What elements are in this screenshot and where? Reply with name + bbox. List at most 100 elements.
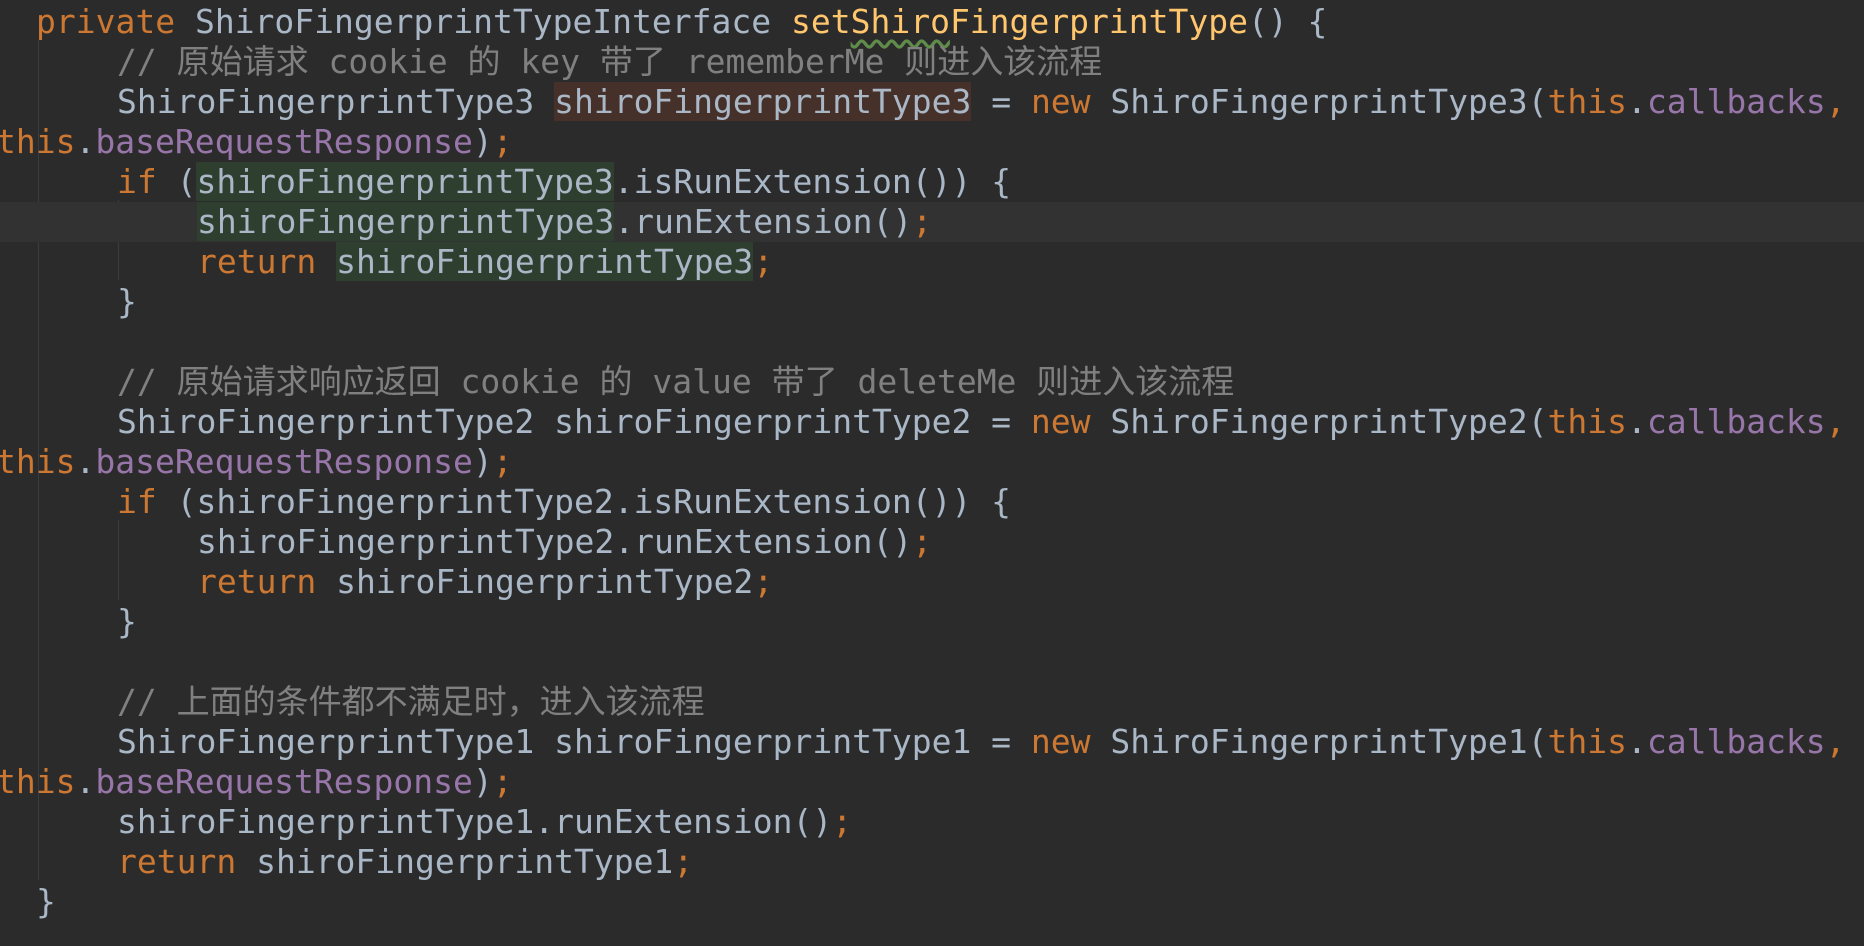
code-token: this (1547, 82, 1627, 121)
code-line[interactable]: this.baseRequestResponse); (0, 122, 1864, 162)
code-token: . (1626, 722, 1647, 761)
code-line-content: shiroFingerprintType3.runExtension(); (197, 202, 932, 242)
code-token: this (0, 122, 76, 161)
code-line-content: ShiroFingerprintType1 shiroFingerprintTy… (117, 722, 1846, 762)
code-token: return (117, 842, 257, 881)
code-line[interactable]: shiroFingerprintType1.runExtension(); (0, 802, 1864, 842)
code-token: . (1626, 402, 1647, 441)
code-line-content: this.baseRequestResponse); (0, 762, 513, 802)
code-token: ShiroFingerprintType3( (1110, 82, 1548, 121)
code-token: callbacks (1646, 82, 1826, 121)
code-line[interactable]: } (0, 602, 1864, 642)
code-token: // 原始请求 cookie 的 key 带了 rememberMe 则进入该流… (117, 42, 1103, 81)
code-line[interactable]: private ShiroFingerprintTypeInterface se… (0, 2, 1864, 42)
code-line-content: shiroFingerprintType2.runExtension(); (197, 522, 932, 562)
code-token: set (790, 2, 851, 41)
code-token: ShiroFingerprintType2 shiroFingerprintTy… (117, 402, 1031, 441)
code-token: ShiroFingerprintTypeInterface (194, 2, 791, 41)
code-token: . (75, 122, 96, 161)
code-line[interactable]: shiroFingerprintType2.runExtension(); (0, 522, 1864, 562)
code-token: } (117, 602, 137, 641)
code-token: = (971, 82, 1031, 121)
code-line-content: if (shiroFingerprintType3.isRunExtension… (117, 162, 1011, 202)
code-token: shiroFingerprintType3 (197, 202, 615, 241)
code-line-content: ShiroFingerprintType2 shiroFingerprintTy… (117, 402, 1846, 442)
code-token: private (36, 2, 195, 41)
code-line[interactable]: ShiroFingerprintType2 shiroFingerprintTy… (0, 402, 1864, 442)
code-token: ( (176, 162, 197, 201)
code-token: ShiroFingerprintType2( (1110, 402, 1548, 441)
code-token: if (117, 162, 177, 201)
code-line[interactable] (0, 642, 1864, 682)
code-token: () { (1247, 2, 1328, 41)
code-token: return (197, 562, 337, 601)
code-line-content: // 原始请求 cookie 的 key 带了 rememberMe 则进入该流… (117, 42, 1102, 82)
code-token: return (197, 242, 337, 281)
code-line[interactable]: this.baseRequestResponse); (0, 442, 1864, 482)
code-token: ) (472, 762, 493, 801)
code-line[interactable]: // 上面的条件都不满足时，进入该流程 (0, 682, 1864, 722)
code-line[interactable]: ShiroFingerprintType3 shiroFingerprintTy… (0, 82, 1864, 122)
code-token: this (1547, 722, 1627, 761)
code-token: shiroFingerprintType3 (336, 242, 754, 281)
code-line-content: } (36, 882, 56, 922)
code-token: callbacks (1646, 402, 1826, 441)
code-line-content: // 上面的条件都不满足时，进入该流程 (117, 682, 705, 722)
code-token: (shiroFingerprintType2.isRunExtension())… (176, 482, 1012, 521)
code-token: . (75, 442, 96, 481)
code-token: ; (912, 522, 933, 561)
code-token: shiroFingerprintType3 (554, 82, 972, 121)
code-token: baseRequestResponse (95, 442, 473, 481)
code-line[interactable]: if (shiroFingerprintType2.isRunExtension… (0, 482, 1864, 522)
code-token: .isRunExtension()) { (613, 162, 1012, 201)
code-token: ; (492, 122, 513, 161)
code-editor[interactable]: private ShiroFingerprintTypeInterface se… (0, 0, 1864, 946)
code-token: new (1030, 722, 1111, 761)
code-line[interactable]: return shiroFingerprintType1; (0, 842, 1864, 882)
code-line[interactable]: ShiroFingerprintType1 shiroFingerprintTy… (0, 722, 1864, 762)
code-token: callbacks (1646, 722, 1826, 761)
code-line[interactable]: // 原始请求响应返回 cookie 的 value 带了 deleteMe 则… (0, 362, 1864, 402)
code-token: new (1030, 82, 1111, 121)
code-token: // 原始请求响应返回 cookie 的 value 带了 deleteMe 则… (117, 362, 1235, 401)
code-token: ; (492, 762, 513, 801)
code-token: , (1825, 82, 1846, 121)
code-line-content: return shiroFingerprintType1; (117, 842, 693, 882)
code-token: ; (912, 202, 933, 241)
code-token: new (1030, 402, 1111, 441)
code-line[interactable]: if (shiroFingerprintType3.isRunExtension… (0, 162, 1864, 202)
code-token: ) (472, 442, 493, 481)
code-token: ; (673, 842, 694, 881)
code-line-content: } (117, 602, 137, 642)
code-line[interactable] (0, 322, 1864, 362)
code-line[interactable]: } (0, 282, 1864, 322)
code-line-content: } (117, 282, 137, 322)
code-line-content: this.baseRequestResponse); (0, 122, 513, 162)
code-token: this (0, 442, 76, 481)
code-token: } (117, 282, 137, 321)
code-token: this (1547, 402, 1627, 441)
code-line-content: // 原始请求响应返回 cookie 的 value 带了 deleteMe 则… (117, 362, 1234, 402)
code-token: Shiro (850, 2, 950, 41)
code-token: if (117, 482, 177, 521)
code-token: shiroFingerprintType1 (256, 842, 674, 881)
code-token: ; (753, 562, 774, 601)
code-token: FingerprintType (949, 2, 1248, 41)
code-line[interactable]: // 原始请求 cookie 的 key 带了 rememberMe 则进入该流… (0, 42, 1864, 82)
code-token: ShiroFingerprintType3 (117, 82, 555, 121)
code-token: shiroFingerprintType2.runExtension() (197, 522, 913, 561)
code-line-content: if (shiroFingerprintType2.isRunExtension… (117, 482, 1011, 522)
code-token: baseRequestResponse (95, 122, 473, 161)
code-line[interactable]: } (0, 882, 1864, 922)
code-line[interactable]: shiroFingerprintType3.runExtension(); (0, 202, 1864, 242)
code-token: , (1825, 722, 1846, 761)
code-line[interactable]: this.baseRequestResponse); (0, 762, 1864, 802)
code-line[interactable]: return shiroFingerprintType2; (0, 562, 1864, 602)
code-token: shiroFingerprintType1.runExtension() (117, 802, 833, 841)
code-line-content: ShiroFingerprintType3 shiroFingerprintTy… (117, 82, 1846, 122)
code-line[interactable]: return shiroFingerprintType3; (0, 242, 1864, 282)
code-token: ; (832, 802, 853, 841)
code-token: shiroFingerprintType3 (196, 162, 614, 201)
code-line-content: return shiroFingerprintType3; (197, 242, 773, 282)
code-line-content: return shiroFingerprintType2; (197, 562, 773, 602)
